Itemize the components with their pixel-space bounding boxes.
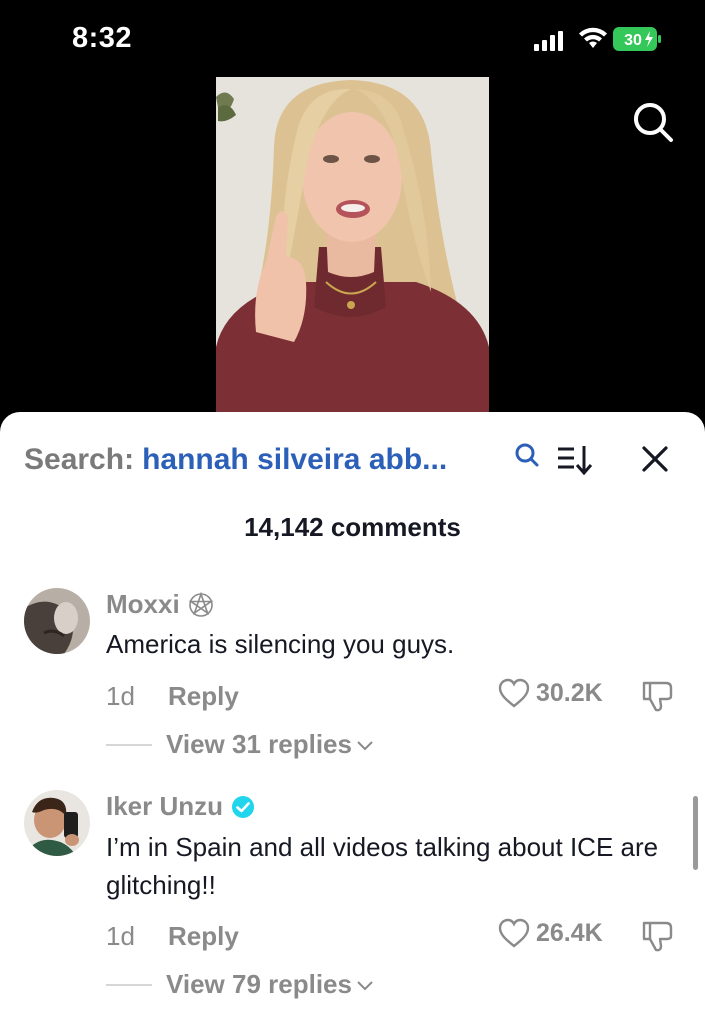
video-frame-image	[216, 77, 489, 412]
view-replies-button[interactable]: View 31 replies	[106, 729, 374, 760]
avatar[interactable]	[24, 790, 90, 856]
divider	[106, 983, 152, 986]
comment-search-query[interactable]: Search: hannah silveira abb...	[24, 440, 447, 480]
heart-icon	[498, 918, 530, 948]
search-term-ellipsis: ...	[422, 443, 448, 476]
view-replies-label: View 79 replies	[166, 969, 352, 999]
comment-age: 1d	[106, 921, 135, 951]
heart-icon	[498, 678, 530, 708]
cellular-signal-icon	[534, 31, 563, 51]
chevron-down-icon	[357, 980, 373, 990]
search-prefix: Search:	[24, 443, 135, 476]
verified-badge-icon	[232, 795, 255, 818]
like-button[interactable]: 26.4K	[498, 918, 603, 948]
battery-icon: 30	[613, 27, 661, 51]
view-replies-label: View 31 replies	[166, 729, 352, 759]
view-replies-button[interactable]: View 79 replies	[106, 969, 374, 1000]
status-bar: 8:32 30	[0, 0, 705, 76]
author-name: Moxxi	[106, 589, 180, 619]
author-name: Iker Unzu	[106, 791, 224, 821]
dislike-icon[interactable]	[640, 919, 676, 953]
comment-author[interactable]: Moxxi	[106, 589, 214, 620]
like-count: 30.2K	[536, 678, 603, 707]
reply-button[interactable]: Reply	[168, 921, 239, 952]
status-time: 8:32	[72, 22, 133, 54]
comment-age: 1d	[106, 681, 135, 711]
chevron-down-icon	[357, 740, 373, 750]
divider	[106, 743, 152, 746]
dislike-icon[interactable]	[640, 679, 676, 713]
comment-author[interactable]: Iker Unzu	[106, 791, 255, 822]
search-term-link[interactable]: hannah silveira abb	[142, 443, 422, 477]
close-icon[interactable]	[640, 444, 670, 474]
like-button[interactable]: 30.2K	[498, 678, 603, 708]
search-term-icon[interactable]	[514, 442, 540, 468]
comment-text: America is silencing you guys.	[106, 629, 455, 659]
reply-button[interactable]: Reply	[168, 681, 239, 712]
comment-count: 14,142 comments	[244, 512, 461, 542]
video-player[interactable]	[216, 77, 489, 412]
search-icon[interactable]	[631, 100, 675, 144]
sort-icon[interactable]	[556, 442, 592, 476]
like-count: 26.4K	[536, 918, 603, 947]
wifi-icon	[579, 27, 607, 48]
scrollbar[interactable]	[693, 796, 698, 870]
battery-level: 30	[624, 32, 642, 49]
comment-text: I’m in Spain and all videos talking abou…	[106, 832, 659, 900]
pentagram-icon	[188, 591, 214, 617]
avatar[interactable]	[24, 588, 90, 654]
